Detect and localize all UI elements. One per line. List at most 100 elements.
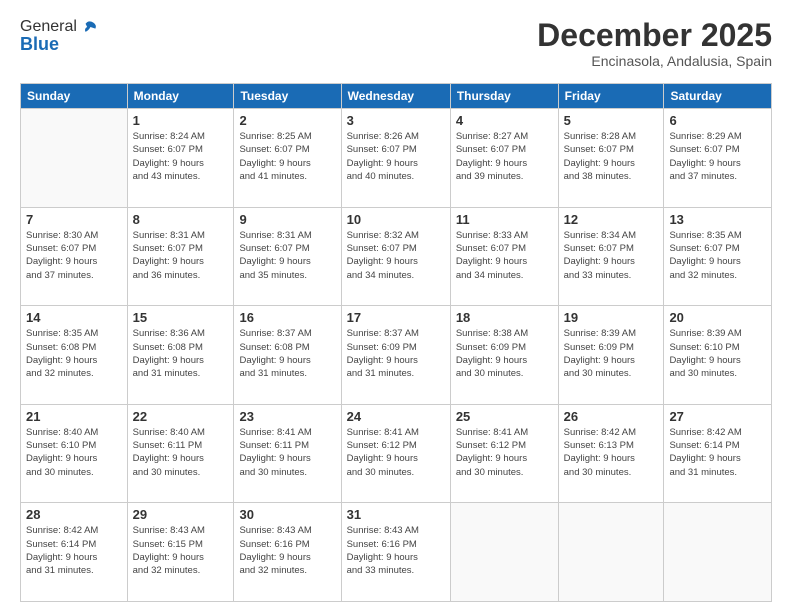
day-info: Sunrise: 8:35 AMSunset: 6:07 PMDaylight:… <box>669 229 766 282</box>
calendar-cell: 22 Sunrise: 8:40 AMSunset: 6:11 PMDayligh… <box>127 404 234 503</box>
day-info: Sunrise: 8:42 AMSunset: 6:14 PMDaylight:… <box>26 524 122 577</box>
calendar-cell: 16 Sunrise: 8:37 AMSunset: 6:08 PMDayligh… <box>234 306 341 405</box>
calendar-cell: 11 Sunrise: 8:33 AMSunset: 6:07 PMDayligh… <box>450 207 558 306</box>
day-number: 29 <box>133 507 229 522</box>
day-number: 28 <box>26 507 122 522</box>
title-section: December 2025 Encinasola, Andalusia, Spa… <box>537 18 772 69</box>
day-number: 20 <box>669 310 766 325</box>
day-info: Sunrise: 8:29 AMSunset: 6:07 PMDaylight:… <box>669 130 766 183</box>
calendar-cell <box>21 109 128 208</box>
day-number: 6 <box>669 113 766 128</box>
day-number: 30 <box>239 507 335 522</box>
day-info: Sunrise: 8:43 AMSunset: 6:16 PMDaylight:… <box>239 524 335 577</box>
col-saturday: Saturday <box>664 84 772 109</box>
day-number: 26 <box>564 409 659 424</box>
day-number: 2 <box>239 113 335 128</box>
calendar-cell <box>450 503 558 602</box>
calendar-cell <box>558 503 664 602</box>
day-number: 11 <box>456 212 553 227</box>
calendar-week-row: 28 Sunrise: 8:42 AMSunset: 6:14 PMDayligh… <box>21 503 772 602</box>
day-number: 7 <box>26 212 122 227</box>
day-number: 12 <box>564 212 659 227</box>
logo-blue-text: Blue <box>20 34 59 55</box>
day-number: 4 <box>456 113 553 128</box>
calendar-cell: 25Sunrise: 8:41 AMSunset: 6:12 PMDayligh… <box>450 404 558 503</box>
day-number: 5 <box>564 113 659 128</box>
day-info: Sunrise: 8:27 AMSunset: 6:07 PMDaylight:… <box>456 130 553 183</box>
calendar-cell: 6 Sunrise: 8:29 AMSunset: 6:07 PMDaylight… <box>664 109 772 208</box>
header: General Blue December 2025 Encinasola, A… <box>20 18 772 69</box>
day-info: Sunrise: 8:35 AMSunset: 6:08 PMDaylight:… <box>26 327 122 380</box>
day-info: Sunrise: 8:25 AMSunset: 6:07 PMDaylight:… <box>239 130 335 183</box>
calendar-cell: 7 Sunrise: 8:30 AMSunset: 6:07 PMDaylight… <box>21 207 128 306</box>
calendar-cell: 1 Sunrise: 8:24 AMSunset: 6:07 PMDaylight… <box>127 109 234 208</box>
main-title: December 2025 <box>537 18 772 53</box>
calendar-cell: 21Sunrise: 8:40 AMSunset: 6:10 PMDayligh… <box>21 404 128 503</box>
calendar-cell: 24 Sunrise: 8:41 AMSunset: 6:12 PMDayligh… <box>341 404 450 503</box>
calendar-cell: 4 Sunrise: 8:27 AMSunset: 6:07 PMDaylight… <box>450 109 558 208</box>
day-number: 8 <box>133 212 229 227</box>
day-number: 3 <box>347 113 445 128</box>
day-info: Sunrise: 8:41 AMSunset: 6:12 PMDaylight:… <box>347 426 445 479</box>
calendar-cell: 20 Sunrise: 8:39 AMSunset: 6:10 PMDayligh… <box>664 306 772 405</box>
day-number: 27 <box>669 409 766 424</box>
calendar-week-row: 7 Sunrise: 8:30 AMSunset: 6:07 PMDaylight… <box>21 207 772 306</box>
calendar-week-row: 1 Sunrise: 8:24 AMSunset: 6:07 PMDaylight… <box>21 109 772 208</box>
day-info: Sunrise: 8:42 AMSunset: 6:14 PMDaylight:… <box>669 426 766 479</box>
calendar-week-row: 21Sunrise: 8:40 AMSunset: 6:10 PMDayligh… <box>21 404 772 503</box>
day-number: 10 <box>347 212 445 227</box>
day-info: Sunrise: 8:42 AMSunset: 6:13 PMDaylight:… <box>564 426 659 479</box>
day-info: Sunrise: 8:24 AMSunset: 6:07 PMDaylight:… <box>133 130 229 183</box>
col-sunday: Sunday <box>21 84 128 109</box>
day-number: 24 <box>347 409 445 424</box>
day-number: 9 <box>239 212 335 227</box>
calendar-cell: 28 Sunrise: 8:42 AMSunset: 6:14 PMDayligh… <box>21 503 128 602</box>
day-info: Sunrise: 8:38 AMSunset: 6:09 PMDaylight:… <box>456 327 553 380</box>
day-number: 19 <box>564 310 659 325</box>
calendar-cell: 19 Sunrise: 8:39 AMSunset: 6:09 PMDayligh… <box>558 306 664 405</box>
calendar-cell: 31Sunrise: 8:43 AMSunset: 6:16 PMDayligh… <box>341 503 450 602</box>
day-number: 17 <box>347 310 445 325</box>
day-number: 16 <box>239 310 335 325</box>
page: General Blue December 2025 Encinasola, A… <box>0 0 792 612</box>
col-thursday: Thursday <box>450 84 558 109</box>
calendar-cell: 17 Sunrise: 8:37 AMSunset: 6:09 PMDayligh… <box>341 306 450 405</box>
day-number: 15 <box>133 310 229 325</box>
calendar-cell <box>664 503 772 602</box>
calendar-cell: 13Sunrise: 8:35 AMSunset: 6:07 PMDayligh… <box>664 207 772 306</box>
day-number: 1 <box>133 113 229 128</box>
day-number: 14 <box>26 310 122 325</box>
calendar-cell: 9 Sunrise: 8:31 AMSunset: 6:07 PMDaylight… <box>234 207 341 306</box>
calendar-cell: 8 Sunrise: 8:31 AMSunset: 6:07 PMDaylight… <box>127 207 234 306</box>
calendar-cell: 27 Sunrise: 8:42 AMSunset: 6:14 PMDayligh… <box>664 404 772 503</box>
logo: General Blue <box>20 18 97 55</box>
logo-bird-icon <box>79 20 97 34</box>
day-info: Sunrise: 8:31 AMSunset: 6:07 PMDaylight:… <box>133 229 229 282</box>
calendar-cell: 26 Sunrise: 8:42 AMSunset: 6:13 PMDayligh… <box>558 404 664 503</box>
day-info: Sunrise: 8:26 AMSunset: 6:07 PMDaylight:… <box>347 130 445 183</box>
calendar-cell: 15Sunrise: 8:36 AMSunset: 6:08 PMDayligh… <box>127 306 234 405</box>
day-info: Sunrise: 8:40 AMSunset: 6:11 PMDaylight:… <box>133 426 229 479</box>
subtitle: Encinasola, Andalusia, Spain <box>537 53 772 69</box>
calendar-cell: 3 Sunrise: 8:26 AMSunset: 6:07 PMDaylight… <box>341 109 450 208</box>
col-tuesday: Tuesday <box>234 84 341 109</box>
day-number: 25 <box>456 409 553 424</box>
day-number: 18 <box>456 310 553 325</box>
day-info: Sunrise: 8:31 AMSunset: 6:07 PMDaylight:… <box>239 229 335 282</box>
day-info: Sunrise: 8:39 AMSunset: 6:10 PMDaylight:… <box>669 327 766 380</box>
day-info: Sunrise: 8:32 AMSunset: 6:07 PMDaylight:… <box>347 229 445 282</box>
calendar-table: Sunday Monday Tuesday Wednesday Thursday… <box>20 83 772 602</box>
day-number: 23 <box>239 409 335 424</box>
day-info: Sunrise: 8:37 AMSunset: 6:09 PMDaylight:… <box>347 327 445 380</box>
calendar-cell: 14 Sunrise: 8:35 AMSunset: 6:08 PMDayligh… <box>21 306 128 405</box>
day-info: Sunrise: 8:43 AMSunset: 6:15 PMDaylight:… <box>133 524 229 577</box>
day-number: 21 <box>26 409 122 424</box>
day-number: 22 <box>133 409 229 424</box>
day-info: Sunrise: 8:39 AMSunset: 6:09 PMDaylight:… <box>564 327 659 380</box>
day-info: Sunrise: 8:37 AMSunset: 6:08 PMDaylight:… <box>239 327 335 380</box>
day-info: Sunrise: 8:41 AMSunset: 6:11 PMDaylight:… <box>239 426 335 479</box>
day-info: Sunrise: 8:28 AMSunset: 6:07 PMDaylight:… <box>564 130 659 183</box>
day-info: Sunrise: 8:33 AMSunset: 6:07 PMDaylight:… <box>456 229 553 282</box>
calendar-cell: 18 Sunrise: 8:38 AMSunset: 6:09 PMDayligh… <box>450 306 558 405</box>
day-info: Sunrise: 8:30 AMSunset: 6:07 PMDaylight:… <box>26 229 122 282</box>
